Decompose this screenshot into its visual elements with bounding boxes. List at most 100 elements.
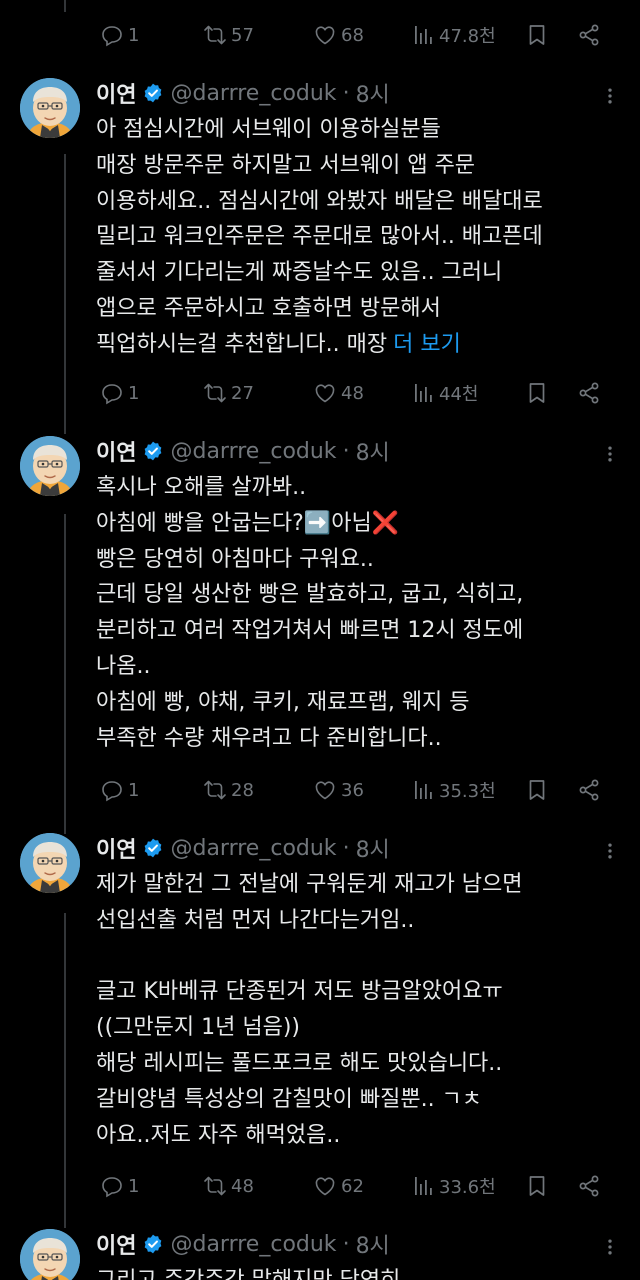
verified-icon (142, 440, 164, 462)
retweet-icon (203, 1174, 227, 1198)
share-button[interactable] (577, 1174, 607, 1198)
tweet-line: ((그만둔지 1년 넘음)) (96, 1015, 300, 1041)
thread-line (64, 0, 66, 12)
display-name[interactable]: 이연 (96, 1229, 136, 1260)
tweet-line: 앱으로 주문하시고 호출하면 방문해서 (96, 295, 441, 321)
retweet-icon (203, 23, 227, 47)
views-button[interactable]: 35.3천 (411, 777, 525, 803)
avatar[interactable] (20, 1229, 80, 1280)
tweet-header: 이연 @darrre_coduk · 8시 (96, 832, 390, 864)
tweet-line-text: 픽업하시는걸 추천합니다.. 매장 (96, 331, 388, 357)
like-icon (313, 23, 337, 47)
bookmark-button[interactable] (525, 381, 577, 405)
share-icon (577, 23, 601, 47)
user-handle[interactable]: @darrre_coduk (170, 836, 336, 861)
verified-icon (142, 837, 164, 859)
retweet-button[interactable]: 27 (203, 381, 313, 405)
reply-icon (100, 23, 124, 47)
like-button[interactable]: 68 (313, 23, 411, 47)
more-icon (600, 841, 620, 861)
more-icon (600, 444, 620, 464)
more-options-button[interactable] (600, 841, 620, 861)
retweet-count: 28 (231, 779, 254, 801)
separator: · (342, 1231, 350, 1257)
retweet-button[interactable]: 57 (203, 23, 313, 47)
tweet-line: 선입선출 처럼 먼저 나간다는거임.. (96, 907, 415, 933)
bookmark-button[interactable] (525, 1174, 577, 1198)
views-icon (411, 778, 435, 802)
reply-button[interactable]: 1 (100, 1174, 203, 1198)
display-name[interactable]: 이연 (96, 832, 136, 864)
more-options-button[interactable] (600, 86, 620, 106)
retweet-count: 48 (231, 1175, 254, 1197)
retweet-button[interactable]: 28 (203, 778, 313, 802)
like-button[interactable]: 62 (313, 1174, 411, 1198)
views-button[interactable]: 33.6천 (411, 1173, 525, 1199)
tweet[interactable]: 이연 @darrre_coduk · 8시 아 점심시간에 서브웨이 이용하실분… (0, 78, 640, 418)
views-button[interactable]: 44천 (411, 380, 525, 406)
tweet-actions: 1 27 48 44천 (100, 378, 620, 408)
user-handle[interactable]: @darrre_coduk (170, 439, 336, 464)
separator: · (342, 835, 350, 861)
bookmark-button[interactable] (525, 778, 577, 802)
tweet[interactable]: 이연 @darrre_coduk · 8시 그리고 주간주간 말해지만 당연히 (0, 1229, 640, 1280)
avatar[interactable] (20, 833, 80, 893)
tweet-text: 혹시나 오해를 살까봐.. 아침에 빵을 안굽는다?➡️아님❌ 빵은 당연히 아… (96, 470, 626, 756)
view-count: 44천 (439, 384, 479, 405)
tweet-line: 혹시나 오해를 살까봐.. (96, 475, 307, 500)
tweet-line: 픽업하시는걸 추천합니다.. 매장 더 보기 (96, 327, 626, 363)
tweet-actions: 1 48 62 33.6천 (100, 1171, 620, 1201)
views-icon (411, 1174, 435, 1198)
reply-icon (100, 778, 124, 802)
tweet-line: 분리하고 여러 작업거쳐서 빠르면 12시 정도에 (96, 618, 524, 644)
reply-button[interactable]: 1 (100, 381, 203, 405)
bookmark-button[interactable] (525, 23, 577, 47)
like-count: 62 (341, 1175, 364, 1197)
tweet-line: 부족한 수량 채우려고 다 준비합니다.. (96, 725, 442, 751)
reply-button[interactable]: 1 (100, 23, 203, 47)
share-icon (577, 381, 601, 405)
more-options-button[interactable] (600, 444, 620, 464)
user-handle[interactable]: @darrre_coduk (170, 81, 336, 106)
retweet-icon (203, 778, 227, 802)
tweet-actions: 1 57 68 47.8천 (100, 20, 620, 50)
tweet[interactable]: 이연 @darrre_coduk · 8시 제가 말한건 그 전날에 구워둔게 … (0, 833, 640, 1213)
display-name[interactable]: 이연 (96, 77, 136, 109)
tweet-actions: 1 28 36 35.3천 (100, 775, 620, 805)
tweet-line: 매장 방문주문 하지말고 서브웨이 앱 주문 (96, 152, 476, 178)
retweet-count: 57 (231, 24, 254, 46)
retweet-count: 27 (231, 382, 254, 404)
show-more-link[interactable]: 더 보기 (393, 332, 461, 357)
retweet-button[interactable]: 48 (203, 1174, 313, 1198)
tweet-header: 이연 @darrre_coduk · 8시 (96, 435, 390, 467)
display-name[interactable]: 이연 (96, 435, 136, 467)
share-icon (577, 1174, 601, 1198)
share-button[interactable] (577, 381, 607, 405)
bookmark-icon (525, 1174, 549, 1198)
avatar[interactable] (20, 78, 80, 138)
tweet-line: 제가 말한건 그 전날에 구워둔게 재고가 남으면 (96, 872, 523, 897)
share-button[interactable] (577, 778, 607, 802)
tweet-header: 이연 @darrre_coduk · 8시 (96, 77, 390, 109)
like-button[interactable]: 36 (313, 778, 411, 802)
timestamp[interactable]: 8시 (356, 1229, 390, 1260)
tweet[interactable]: 이연 @darrre_coduk · 8시 혹시나 오해를 살까봐.. 아침에 … (0, 436, 640, 816)
reply-button[interactable]: 1 (100, 778, 203, 802)
verified-icon (142, 82, 164, 104)
bookmark-icon (525, 778, 549, 802)
tweet-line: 나옴.. (96, 653, 151, 679)
avatar[interactable] (20, 436, 80, 496)
share-button[interactable] (577, 23, 607, 47)
timestamp[interactable]: 8시 (356, 435, 390, 467)
verified-icon (142, 1233, 164, 1255)
views-button[interactable]: 47.8천 (411, 22, 525, 48)
timestamp[interactable]: 8시 (356, 832, 390, 864)
reply-count: 1 (128, 1175, 140, 1197)
reply-icon (100, 1174, 124, 1198)
more-options-button[interactable] (600, 1237, 620, 1257)
timestamp[interactable]: 8시 (356, 77, 390, 109)
more-icon (600, 86, 620, 106)
user-handle[interactable]: @darrre_coduk (170, 1232, 336, 1257)
like-button[interactable]: 48 (313, 381, 411, 405)
tweet-line: 그리고 주간주간 말해지만 당연히 (96, 1263, 626, 1280)
